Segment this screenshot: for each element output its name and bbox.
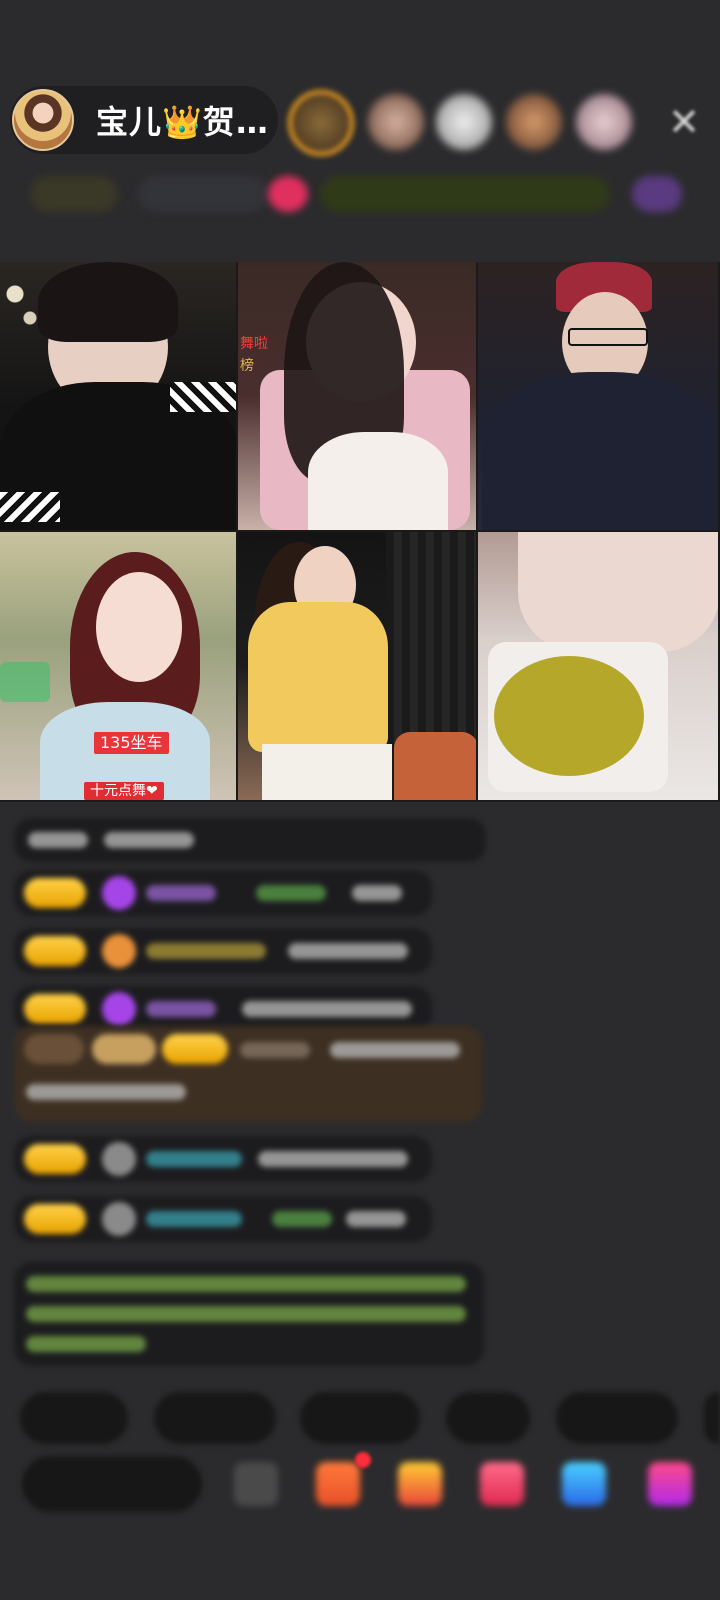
rank-chip[interactable] [30,176,118,212]
diamond-icon [102,992,136,1026]
comment-input[interactable] [22,1456,202,1512]
flower-icon [102,934,136,968]
quick-reply-chip[interactable] [154,1392,276,1444]
shield-icon [102,1202,136,1236]
chat-message-announcement [14,1262,484,1366]
tile-tag: 十元点舞❤ [84,782,164,800]
gift-icon[interactable] [398,1462,442,1506]
multi-guest-video-grid: 舞啦 榜 135坐车 十元点舞❤ [0,262,720,802]
chat-message[interactable] [14,928,432,974]
guest-face [96,572,182,682]
tile-overlay-label: 榜 [240,358,254,374]
level-badge [24,994,86,1024]
top-viewer-avatar[interactable] [288,90,354,156]
host-avatar[interactable] [12,89,74,151]
gift-box-icon[interactable] [316,1462,360,1506]
tile-tag: 135坐车 [94,732,169,754]
heart-icon[interactable] [480,1462,524,1506]
video-tile-6[interactable] [478,532,720,802]
quick-reply-chip[interactable] [556,1392,678,1444]
level-badge [24,936,86,966]
viewer-avatar[interactable] [506,94,562,150]
guest-shirt [482,372,718,530]
chat-message[interactable] [14,1196,432,1242]
viewer-avatar[interactable] [576,94,632,150]
quick-reply-chip[interactable] [446,1392,530,1444]
game-icon[interactable] [562,1462,606,1506]
jacket-stripe [170,382,236,412]
level-badge [24,1204,86,1234]
fans-chip[interactable] [138,176,268,212]
level-badge [24,1034,84,1064]
shield-icon [102,1142,136,1176]
chat-message[interactable] [14,870,432,916]
tile-overlay-label: 舞啦 [240,336,268,352]
chat-message-highlight[interactable] [14,1026,482,1122]
fans-badge [162,1034,228,1064]
hourly-rank-chip[interactable] [632,176,682,212]
quick-reply-chip[interactable] [300,1392,420,1444]
diamond-icon [102,876,136,910]
viewer-avatar[interactable] [436,94,492,150]
video-tile-5[interactable] [238,532,478,802]
arm [518,532,718,652]
video-tile-1[interactable] [0,262,238,532]
jacket-stripe [0,492,60,522]
video-tile-3[interactable] [478,262,720,532]
guest-hair [38,262,178,342]
green-light [0,662,50,702]
quick-reply-chip[interactable] [704,1392,720,1444]
guest-top [248,602,388,752]
close-icon[interactable]: ✕ [662,100,706,144]
level-badge [24,878,86,908]
host-info-pill[interactable]: 宝儿👑贺… [10,86,278,154]
guest-skirt [262,744,392,800]
info-row [20,170,700,218]
video-tile-4[interactable]: 135坐车 十元点舞❤ [0,532,238,802]
green-pillow [494,656,644,776]
guest-glasses [568,328,648,346]
chair [394,732,476,800]
activity-chip[interactable] [320,176,610,212]
vip-badge [92,1034,156,1064]
more-icon[interactable] [648,1462,692,1506]
host-name: 宝儿👑贺… [96,103,269,141]
pk-chip[interactable] [268,176,308,212]
chat-message[interactable] [14,1136,432,1182]
viewer-avatar[interactable] [368,94,424,150]
level-badge [24,1144,86,1174]
notification-dot [355,1452,371,1468]
chat-message-system [14,818,486,862]
video-tile-2[interactable]: 舞啦 榜 [238,262,478,532]
background-flowers [0,262,50,342]
quick-reply-chip[interactable] [20,1392,128,1444]
emoji-icon[interactable] [234,1462,278,1506]
guest-top [308,432,448,530]
